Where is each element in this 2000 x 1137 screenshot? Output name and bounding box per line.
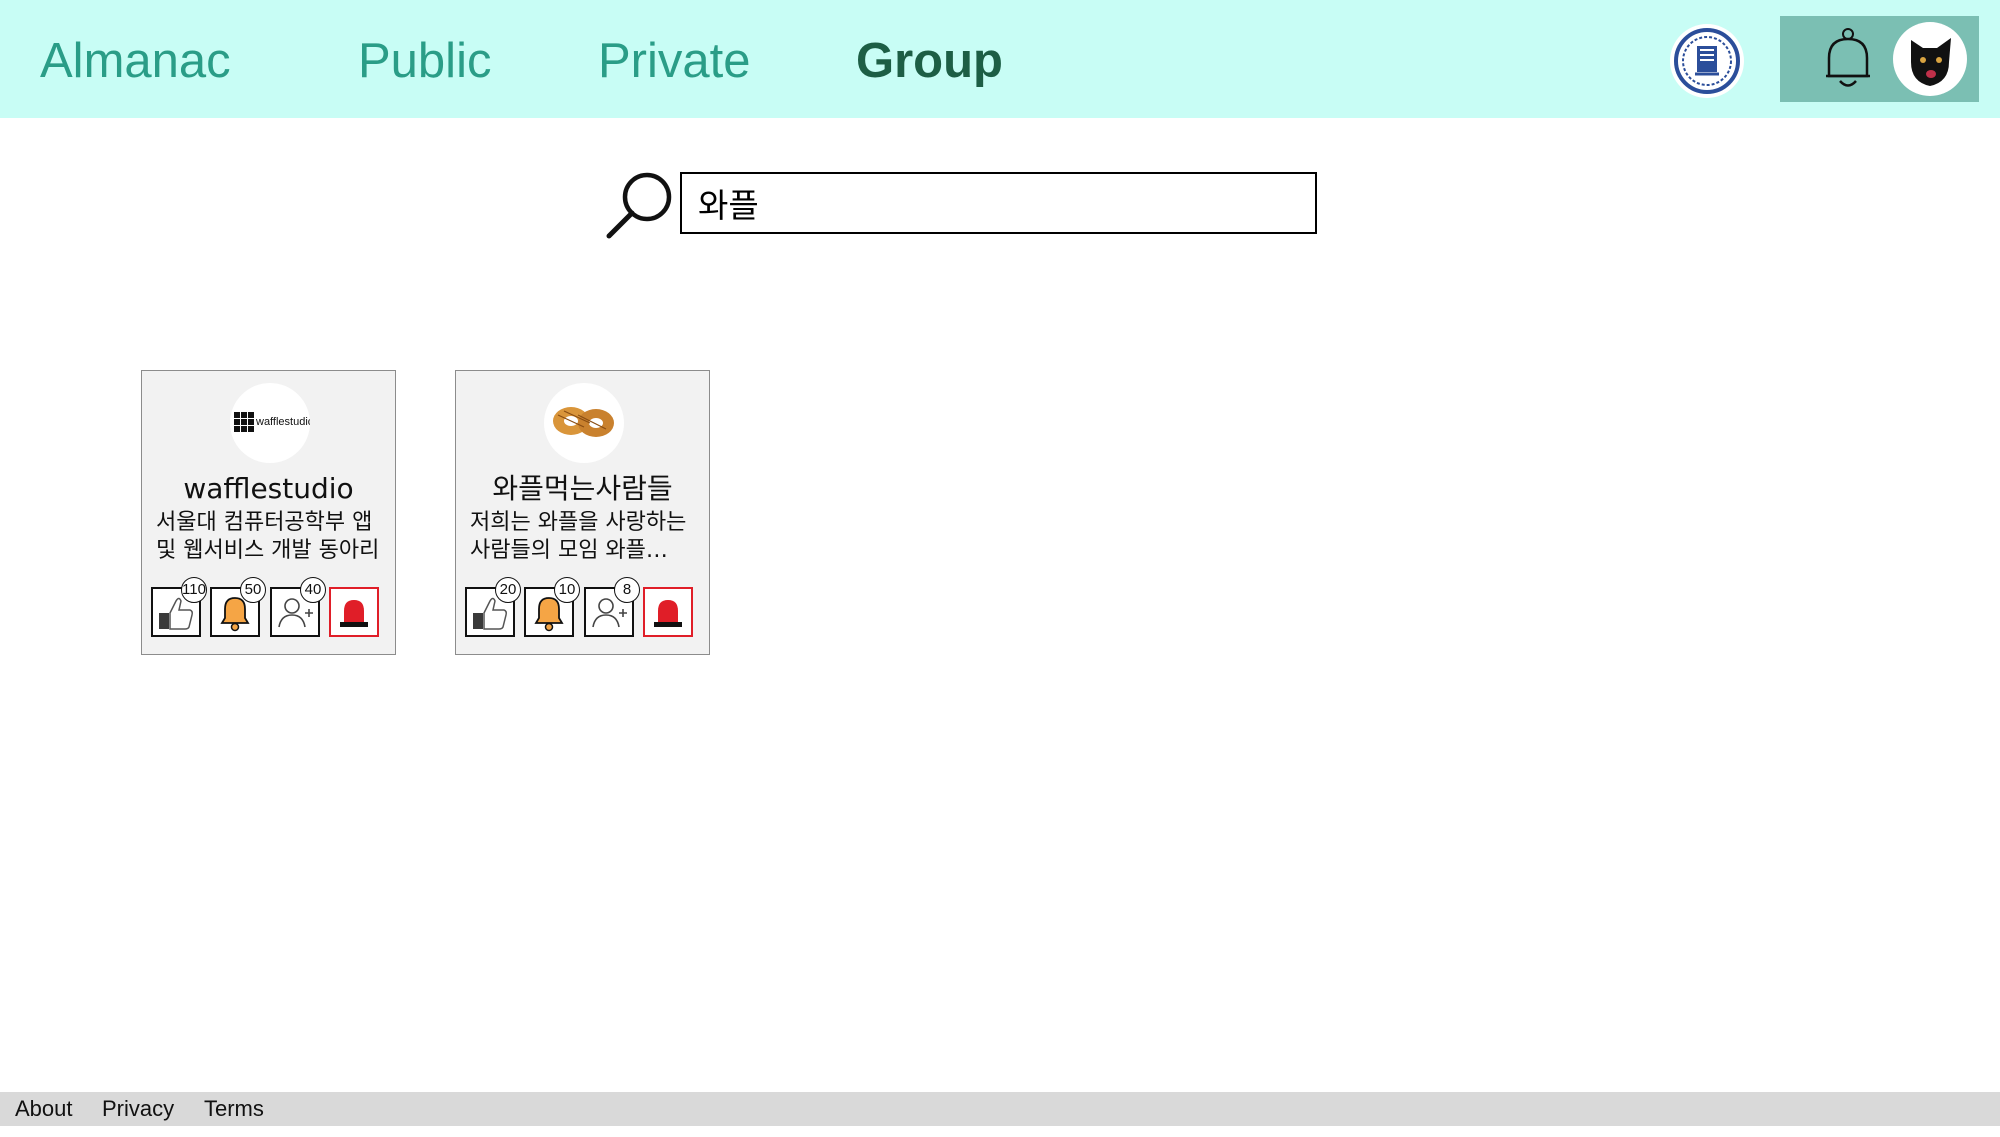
wafflestudio-logo: wafflestudio xyxy=(230,383,310,463)
join-group-button[interactable]: 40 xyxy=(270,577,326,637)
report-button[interactable] xyxy=(643,587,693,637)
group-name: 와플먹는사람들 xyxy=(492,472,673,505)
tab-group[interactable]: Group xyxy=(856,28,1003,94)
footer-link-terms[interactable]: Terms xyxy=(204,1096,264,1122)
search-input[interactable] xyxy=(680,172,1317,234)
alarm-button[interactable]: 10 xyxy=(524,577,580,637)
group-name: wafflestudio xyxy=(183,472,354,505)
alarm-count-badge: 10 xyxy=(554,577,580,603)
footer: About Privacy Terms xyxy=(0,1092,2000,1126)
waffle-pastry-logo xyxy=(544,383,624,463)
like-button[interactable]: 110 xyxy=(151,577,207,637)
report-button[interactable] xyxy=(329,587,379,637)
school-emblem-icon[interactable] xyxy=(1670,24,1744,98)
brand-almanac[interactable]: Almanac xyxy=(40,28,231,94)
notification-bell-icon[interactable] xyxy=(1816,26,1880,92)
group-description: 저희는 와플을 사랑하는 사람들의 모임 와플 좋아하시는 분들 환영합니다 xyxy=(470,510,687,563)
footer-link-privacy[interactable]: Privacy xyxy=(102,1096,174,1122)
member-count-badge: 8 xyxy=(614,577,640,603)
siren-icon xyxy=(340,600,368,627)
like-count-badge: 20 xyxy=(495,577,521,603)
svg-text:wafflestudio: wafflestudio xyxy=(255,416,310,428)
group-card[interactable]: wafflestudio wafflestudio 서울대 컴퓨터공학부 앱 및… xyxy=(141,370,396,655)
join-group-button[interactable]: 8 xyxy=(584,577,640,637)
footer-link-about[interactable]: About xyxy=(15,1096,73,1122)
user-avatar[interactable] xyxy=(1893,22,1967,96)
siren-icon xyxy=(654,600,682,627)
search-icon xyxy=(606,172,672,239)
tab-private[interactable]: Private xyxy=(598,28,751,94)
member-count-badge: 40 xyxy=(300,577,326,603)
alarm-button[interactable]: 50 xyxy=(210,577,266,637)
user-panel xyxy=(1780,16,1979,102)
tab-public[interactable]: Public xyxy=(358,28,491,94)
group-card[interactable]: 와플먹는사람들 저희는 와플을 사랑하는 사람들의 모임 와플 좋아하시는 분들… xyxy=(455,370,710,655)
group-description: 서울대 컴퓨터공학부 앱 및 웹서비스 개발 동아리 xyxy=(156,510,380,563)
like-button[interactable]: 20 xyxy=(465,577,521,637)
top-nav-bar: Almanac Public Private Group xyxy=(0,0,2000,118)
alarm-count-badge: 50 xyxy=(240,577,266,603)
like-count-badge: 110 xyxy=(181,577,207,603)
